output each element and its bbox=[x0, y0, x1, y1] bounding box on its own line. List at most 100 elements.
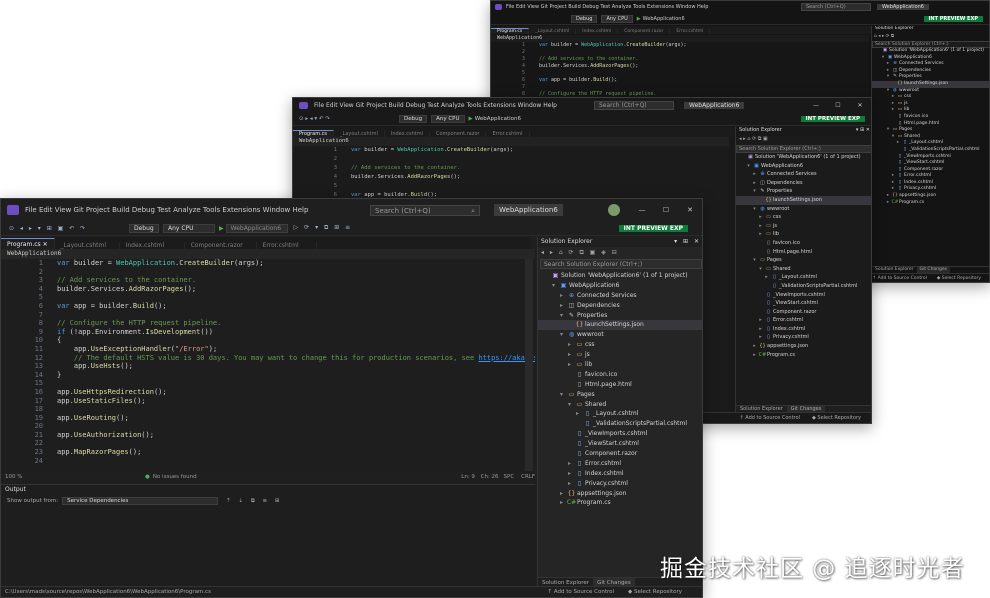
tab-index[interactable]: Index.cshtml bbox=[120, 242, 185, 249]
tree-item[interactable]: ▸{} appsettings.json bbox=[538, 489, 702, 499]
tree-item[interactable]: ▾ ✎ Properties bbox=[538, 311, 702, 321]
tree-item[interactable]: ▸ ▭ css bbox=[736, 213, 871, 222]
run-icon[interactable]: ▶ bbox=[637, 16, 641, 22]
tree-item[interactable]: ▯ _ViewStart.cshtml bbox=[872, 160, 989, 167]
search-box[interactable]: Search (Ctrl+Q) bbox=[800, 3, 871, 11]
tree-item[interactable]: ▸ ◫ Dependencies bbox=[736, 179, 871, 188]
tree-item[interactable]: {} launchSettings.json bbox=[538, 320, 702, 331]
code-line[interactable]: 15 bbox=[1, 379, 535, 388]
code-line[interactable]: 14} bbox=[1, 371, 535, 380]
tree-item[interactable]: ▯ Html.page.html bbox=[872, 121, 989, 128]
solution-search-input[interactable]: Search Solution Explorer (Ctrl+;) bbox=[736, 145, 871, 153]
chevron-icon[interactable]: ▸ bbox=[557, 301, 566, 311]
nav-back-icon[interactable]: ⊙ ◂ ▸ ▾ ⊞ ▣ ↶ ↷ bbox=[9, 225, 129, 232]
platform-combo[interactable]: Any CPU bbox=[601, 14, 633, 23]
chevron-icon[interactable]: ▸ bbox=[565, 459, 574, 469]
user-avatar[interactable] bbox=[608, 204, 620, 216]
chevron-icon[interactable]: ▸ bbox=[757, 222, 764, 231]
tree-item[interactable]: ▸ ▯ Index.cshtml bbox=[736, 325, 871, 334]
chevron-icon[interactable]: ▸ bbox=[757, 230, 764, 239]
tree-item[interactable]: ▸ C# Program.cs bbox=[538, 498, 702, 508]
code-line[interactable]: 7 bbox=[1, 311, 535, 320]
chevron-icon[interactable]: ▸ bbox=[565, 479, 574, 489]
tree-item[interactable]: {} launchSettings.json bbox=[736, 195, 871, 205]
pin-icon[interactable]: ▾ ⊞ ✕ bbox=[856, 127, 870, 136]
tree-item[interactable]: ▯ Component.razor bbox=[538, 449, 702, 459]
tree-item[interactable]: ▸ ▭ css bbox=[872, 94, 989, 101]
editor-scrollbar[interactable] bbox=[525, 259, 533, 471]
chevron-icon[interactable]: ▸ bbox=[565, 360, 574, 370]
tree-item[interactable]: ▯ _ViewStart.cshtml bbox=[736, 299, 871, 308]
tree-item[interactable]: ▸ ▭ css bbox=[538, 340, 702, 350]
code-line[interactable]: 16 app.UseHttpsRedirection(); bbox=[1, 388, 535, 397]
run-target[interactable]: WebApplication6 bbox=[225, 223, 288, 233]
code-line[interactable]: 9 if (!app.Environment.IsDevelopment()) bbox=[1, 328, 535, 337]
maximize-icon[interactable]: ☐ bbox=[827, 102, 849, 109]
tree-item[interactable]: ▾ ▭ Pages bbox=[872, 127, 989, 134]
tab-component[interactable]: Component.razor bbox=[618, 29, 671, 34]
tree-item[interactable]: ▸ ▭ js bbox=[872, 101, 989, 108]
select-repository[interactable]: ◆ Select Repository bbox=[628, 589, 682, 595]
tree-item[interactable]: ▸ ▭ js bbox=[538, 350, 702, 360]
navigation-bar[interactable]: WebApplication6 bbox=[491, 35, 869, 42]
tree-item[interactable]: ▸ ▭ lib bbox=[872, 107, 989, 114]
code-line[interactable]: 8 // Configure the HTTP request pipeline. bbox=[1, 319, 535, 328]
tree-item[interactable]: ▯ favicon.ico bbox=[872, 114, 989, 121]
navigation-bar[interactable]: WebApplication6 bbox=[1, 249, 535, 259]
tree-item[interactable]: ▾ ▣ WebApplication6 bbox=[538, 281, 702, 291]
code-line[interactable]: 2 bbox=[1, 268, 535, 277]
chevron-icon[interactable]: ▾ bbox=[751, 205, 758, 214]
tree-item[interactable]: ▯ _ViewImports.cshtml bbox=[736, 291, 871, 300]
tree-item[interactable]: ▸ ▯ Error.cshtml bbox=[538, 459, 702, 469]
chevron-icon[interactable]: ▸ bbox=[557, 291, 566, 301]
tree-item[interactable]: ▸ ▯ Privacy.cshtml bbox=[538, 479, 702, 489]
tree-item[interactable]: ▾ ◍ wwwroot bbox=[538, 330, 702, 340]
chevron-icon[interactable]: ▾ bbox=[745, 162, 752, 171]
tab-layout[interactable]: _Layout.cshtml bbox=[55, 242, 120, 249]
tree-item[interactable]: ▯ favicon.ico bbox=[538, 370, 702, 380]
maximize-icon[interactable]: ☐ bbox=[654, 206, 678, 214]
tree-item[interactable]: ▸ ▭ js bbox=[736, 222, 871, 231]
issues-label[interactable]: No issues found bbox=[153, 474, 311, 480]
tree-item[interactable]: ▸ ◫ Dependencies bbox=[872, 68, 989, 75]
chevron-icon[interactable]: ▸ bbox=[763, 273, 770, 282]
tree-item[interactable]: ▯ _ViewImports.cshtml bbox=[538, 429, 702, 439]
tree-item[interactable]: ▸{} appsettings.json bbox=[872, 193, 989, 200]
chevron-icon[interactable]: ▸ bbox=[751, 351, 758, 360]
run-icon[interactable]: ▶ bbox=[469, 116, 473, 122]
chevron-icon[interactable]: ▸ bbox=[751, 170, 758, 179]
tree-item[interactable]: ▾ ▭ Shared bbox=[736, 265, 871, 274]
run-icon[interactable]: ▶ bbox=[219, 225, 224, 232]
code-line[interactable]: 2 bbox=[313, 155, 729, 164]
code-line[interactable]: 22 bbox=[1, 439, 535, 448]
select-repository[interactable]: ◆ Select Repository bbox=[937, 276, 981, 281]
code-line[interactable]: 10 { bbox=[1, 336, 535, 345]
nav-back-icon[interactable]: ⊙ ▸ ◂ ▾ ↶ ↷ bbox=[299, 116, 369, 122]
chevron-icon[interactable]: ▸ bbox=[565, 340, 574, 350]
chevron-icon[interactable]: ▸ bbox=[557, 489, 566, 499]
platform-combo[interactable]: Any CPU bbox=[431, 114, 465, 123]
platform-combo[interactable]: Any CPU bbox=[163, 223, 215, 233]
tab-error[interactable]: Error.cshtml bbox=[670, 29, 711, 34]
code-line[interactable]: 6 var app = builder.Build(); bbox=[501, 77, 869, 84]
solution-search-input[interactable]: Search Solution Explorer (Ctrl+;) bbox=[540, 259, 702, 269]
chevron-icon[interactable]: ▾ bbox=[565, 400, 574, 410]
code-line[interactable]: 2 bbox=[501, 49, 869, 56]
line-ending[interactable]: CRLF bbox=[521, 474, 535, 480]
code-line[interactable]: 4 builder.Services.AddRazorPages(); bbox=[501, 63, 869, 70]
chevron-icon[interactable]: ▸ bbox=[565, 469, 574, 479]
chevron-icon[interactable]: ▾ bbox=[751, 187, 758, 196]
search-box[interactable]: Search (Ctrl+Q) ⌕ bbox=[370, 204, 480, 216]
code-line[interactable]: 1 var builder = WebApplication.CreateBuil… bbox=[313, 146, 729, 155]
code-line[interactable]: 18 bbox=[1, 405, 535, 414]
code-line[interactable]: 17 app.UseStaticFiles(); bbox=[1, 397, 535, 406]
menu-bar[interactable]: File Edit View Git Project Build Debug T… bbox=[25, 206, 370, 214]
output-tools-icon[interactable]: ⇡ ⇣ ⧉ ≡ ⊞ bbox=[226, 498, 282, 505]
add-source-control[interactable]: ↑ Add to Source Control bbox=[548, 589, 615, 595]
navigation-bar[interactable]: WebApplication6 bbox=[293, 137, 729, 146]
tree-item[interactable]: ▸ ▯ Privacy.cshtml bbox=[736, 333, 871, 342]
chevron-icon[interactable]: ▾ bbox=[549, 281, 558, 291]
tree-item[interactable]: ▸ ▯ _Layout.cshtml bbox=[736, 273, 871, 282]
output-source-combo[interactable]: Service Dependencies bbox=[62, 497, 219, 505]
chevron-icon[interactable]: ▾ bbox=[557, 330, 566, 340]
